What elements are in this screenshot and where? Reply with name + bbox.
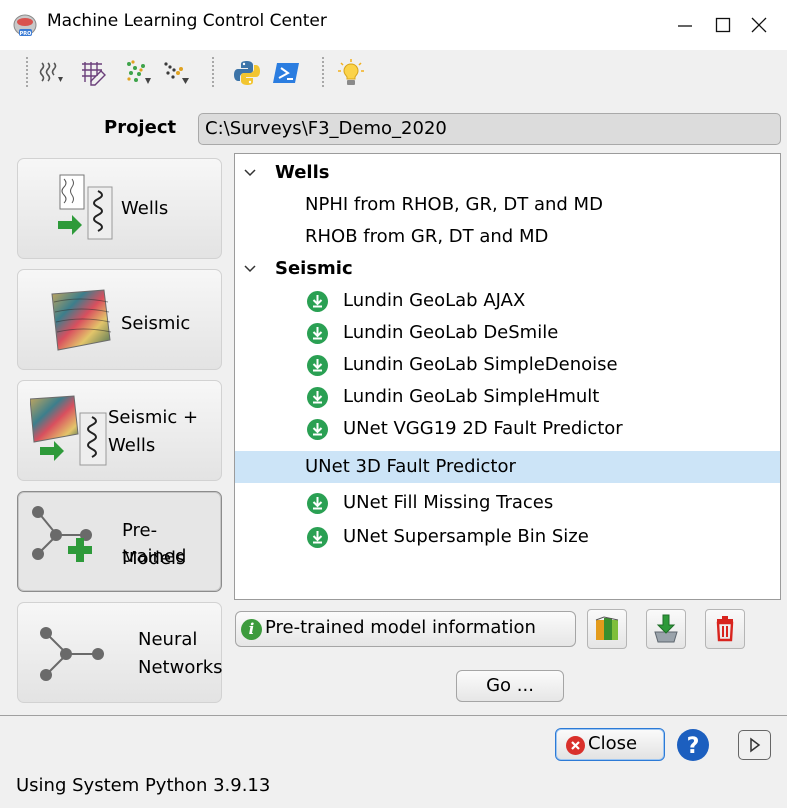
category-button-pretrained-models[interactable]: Pre-trained Models <box>17 491 222 592</box>
tree-item-label: Lundin GeoLab SimpleDenoise <box>343 354 618 375</box>
tree-item-label: Lundin GeoLab DeSmile <box>343 322 559 343</box>
download-icon <box>307 323 328 344</box>
download-icon <box>307 419 328 440</box>
category-button-neural-networks[interactable]: Neural Networks <box>17 602 223 703</box>
category-label-line2: Networks <box>138 657 223 678</box>
tree-item-selected[interactable]: UNet 3D Fault Predictor <box>235 451 780 483</box>
trash-icon <box>716 616 734 642</box>
close-circle-icon <box>566 736 585 755</box>
tree-item-label: Lundin GeoLab SimpleHmult <box>343 386 600 407</box>
tree-item[interactable]: Lundin GeoLab AJAX <box>235 285 780 317</box>
tree-item[interactable]: RHOB from GR, DT and MD <box>235 221 780 253</box>
seismic-icon <box>50 288 112 357</box>
category-label-line1: Seismic + <box>108 407 199 428</box>
tutorial-video-button[interactable] <box>738 730 771 760</box>
python-icon <box>234 61 260 85</box>
database-icon <box>595 616 619 640</box>
model-info-label: Pre-trained model information <box>265 617 536 638</box>
play-icon <box>750 737 761 753</box>
tree-item[interactable]: NPHI from RHOB, GR, DT and MD <box>235 189 780 221</box>
scatter-import-icon <box>127 60 151 84</box>
close-button[interactable]: Close <box>555 728 665 761</box>
info-icon: i <box>241 619 262 640</box>
category-button-seismic[interactable]: Seismic <box>17 269 222 370</box>
download-icon <box>307 387 328 408</box>
close-label: Close <box>588 733 638 754</box>
download-icon <box>307 527 328 548</box>
tree-group-seismic[interactable]: Seismic <box>235 253 780 285</box>
close-window-button[interactable] <box>731 0 787 50</box>
category-label-line1: Neural <box>138 629 198 650</box>
help-icon: ? <box>677 729 709 761</box>
toolbar <box>0 50 787 102</box>
tree-item-label: NPHI from RHOB, GR, DT and MD <box>305 194 603 215</box>
category-button-seismic-wells[interactable]: Seismic + Wells <box>17 380 222 481</box>
app-icon: PRO <box>13 14 37 38</box>
category-button-wells[interactable]: Wells <box>17 158 222 259</box>
tree-item[interactable]: UNet Fill Missing Traces <box>235 487 780 519</box>
close-icon <box>751 17 767 33</box>
toolbar-grip[interactable] <box>26 57 29 87</box>
project-label: Project <box>104 117 177 138</box>
install-icon <box>654 614 678 643</box>
svg-text:?: ? <box>687 734 700 759</box>
download-icon <box>307 355 328 376</box>
category-label-line2: Models <box>122 548 186 569</box>
tree-group-label: Wells <box>275 162 330 183</box>
pretrained-models-icon <box>30 504 120 581</box>
model-tree[interactable]: Wells NPHI from RHOB, GR, DT and MD RHOB… <box>234 153 781 600</box>
category-label-line2: Wells <box>108 435 156 456</box>
open-terminal-button[interactable] <box>272 56 302 90</box>
divider <box>0 715 787 716</box>
tree-item[interactable]: UNet Supersample Bin Size <box>235 521 780 553</box>
category-label: Wells <box>121 198 169 219</box>
wells-import-icon <box>39 62 63 82</box>
tree-item-label: UNet VGG19 2D Fault Predictor <box>343 418 623 439</box>
tree-item-label: UNet 3D Fault Predictor <box>305 456 516 477</box>
minimize-icon <box>678 25 692 27</box>
category-label: Seismic <box>121 313 191 334</box>
grid-draw-icon <box>82 62 106 86</box>
delete-model-button[interactable] <box>705 609 745 649</box>
tree-item-label: Lundin GeoLab AJAX <box>343 290 526 311</box>
svg-text:PRO: PRO <box>20 31 32 37</box>
python-settings-button[interactable] <box>232 56 262 90</box>
tree-group-wells[interactable]: Wells <box>235 157 780 189</box>
project-path-field[interactable]: C:\Surveys\F3_Demo_2020 <box>198 113 781 145</box>
tree-item[interactable]: Lundin GeoLab DeSmile <box>235 317 780 349</box>
import-scatter-button[interactable] <box>124 56 154 90</box>
draw-grid-button[interactable] <box>78 56 108 90</box>
status-text: Using System Python 3.9.13 <box>16 775 271 796</box>
tree-item-label: RHOB from GR, DT and MD <box>305 226 549 247</box>
tree-item[interactable]: Lundin GeoLab SimpleHmult <box>235 381 780 413</box>
powershell-icon <box>273 63 299 83</box>
lightbulb-icon <box>338 59 364 85</box>
toolbar-grip[interactable] <box>322 57 325 87</box>
download-icon <box>307 291 328 312</box>
seismic-wells-icon <box>29 395 110 472</box>
chevron-down-icon <box>244 169 256 177</box>
model-info-button[interactable]: i Pre-trained model information <box>235 611 576 647</box>
neural-network-icon <box>38 625 108 690</box>
toolbar-grip[interactable] <box>212 57 215 87</box>
tree-item[interactable]: Lundin GeoLab SimpleDenoise <box>235 349 780 381</box>
wells-icon <box>54 173 114 248</box>
maximize-icon <box>715 17 731 33</box>
pointset-import-icon <box>164 62 189 84</box>
window-title: Machine Learning Control Center <box>47 11 327 31</box>
go-button[interactable]: Go ... <box>456 670 564 702</box>
import-pointset-button[interactable] <box>162 56 192 90</box>
tree-item[interactable]: UNet VGG19 2D Fault Predictor <box>235 413 780 445</box>
install-model-button[interactable] <box>646 609 686 649</box>
help-button[interactable]: ? <box>675 727 711 763</box>
download-icon <box>307 493 328 514</box>
tree-item-label: UNet Fill Missing Traces <box>343 492 554 513</box>
title-bar: PRO Machine Learning Control Center <box>0 0 787 50</box>
tips-button[interactable] <box>336 56 366 90</box>
chevron-down-icon <box>244 265 256 273</box>
import-wells-button[interactable] <box>38 56 68 90</box>
tree-item-label: UNet Supersample Bin Size <box>343 526 589 547</box>
tree-group-label: Seismic <box>275 258 353 279</box>
model-database-button[interactable] <box>587 609 627 649</box>
